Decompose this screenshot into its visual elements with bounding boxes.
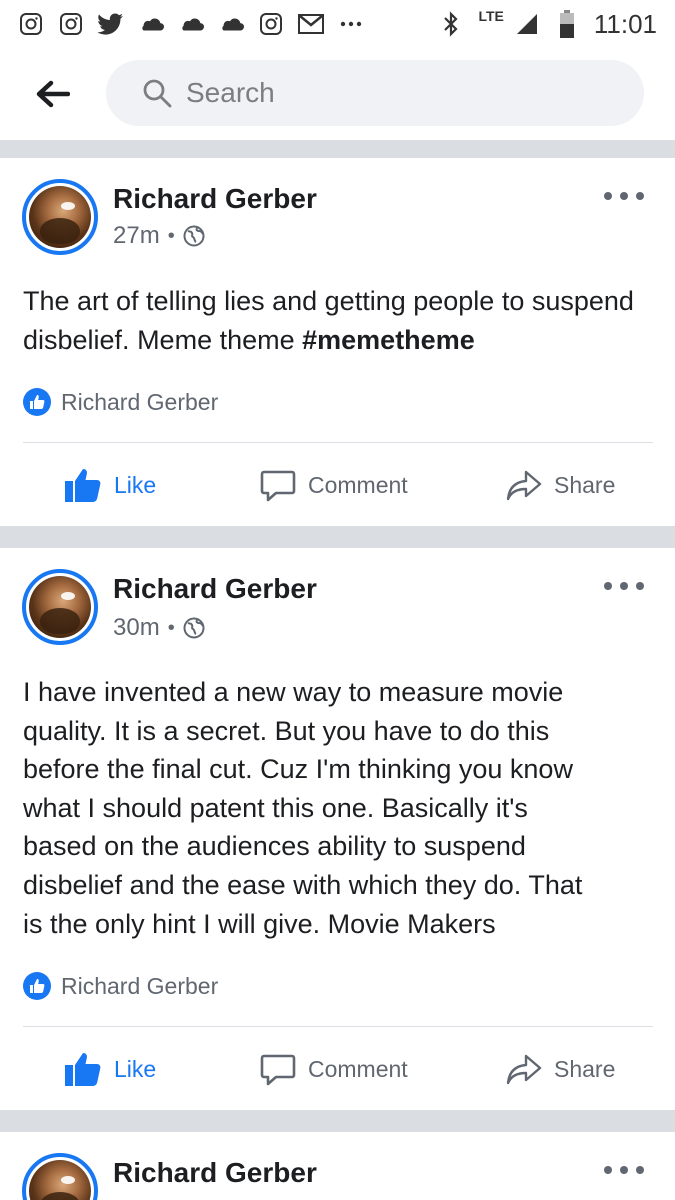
post-text-line: based on the audiences ability to suspen…: [23, 831, 526, 862]
post-text-line: I have invented a new way to measure mov…: [23, 677, 564, 707]
globe-icon: [183, 617, 205, 639]
author-name[interactable]: Richard Gerber: [113, 183, 317, 215]
feed-separator: [0, 1110, 675, 1132]
post-text-line: what I should patent this one. Basically…: [23, 792, 528, 823]
like-reaction-icon: [23, 972, 51, 1000]
author-name[interactable]: Richard Gerber: [113, 1157, 317, 1189]
avatar[interactable]: [22, 1153, 98, 1200]
comment-button[interactable]: Comment: [260, 1029, 408, 1109]
meta-separator: •: [167, 224, 175, 247]
like-button[interactable]: Like: [64, 445, 156, 525]
post-text-line: quality. It is a secret. But you have to…: [23, 715, 550, 746]
cloud-icon: [138, 11, 164, 37]
bluetooth-icon: [438, 11, 464, 37]
post-text-line: before the final cut. Cuz I'm thinking y…: [23, 754, 573, 785]
like-button[interactable]: Like: [64, 1029, 156, 1109]
twitter-icon: [98, 11, 124, 37]
search-bar[interactable]: [106, 60, 644, 126]
status-bar: LTE 11:01: [0, 0, 675, 48]
arrow-left-icon: [36, 80, 70, 108]
reaction-names: Richard Gerber: [61, 388, 219, 415]
more-options-button[interactable]: [604, 576, 644, 596]
avatar[interactable]: [22, 179, 98, 255]
avatar-photo: [29, 576, 91, 638]
avatar-photo: [29, 1160, 91, 1200]
post-text: The art of telling lies and getting peop…: [23, 282, 653, 359]
action-bar: Like Comment Share: [0, 445, 675, 525]
more-dots-icon: [338, 11, 364, 37]
battery-icon: [554, 10, 580, 38]
post-text: I have invented a new way to measure mov…: [23, 673, 653, 943]
action-bar: Like Comment Share: [0, 1029, 675, 1109]
comment-label: Comment: [308, 1055, 408, 1082]
post-card: Richard Gerber 27m • The art of telling …: [0, 158, 675, 526]
clock: 11:01: [593, 8, 657, 39]
signal-icon: [514, 11, 540, 37]
share-button[interactable]: Share: [506, 445, 615, 525]
back-button[interactable]: [36, 77, 70, 111]
post-card: Richard Gerber: [0, 1132, 675, 1200]
comment-icon: [260, 1054, 296, 1086]
share-label: Share: [554, 1055, 616, 1082]
thumbs-up-icon: [65, 469, 101, 502]
post-time[interactable]: 27m: [113, 222, 160, 250]
instagram-icon: [18, 11, 44, 37]
like-reaction-icon: [23, 388, 51, 416]
gmail-icon: [298, 11, 324, 37]
comment-label: Comment: [308, 471, 408, 498]
search-input[interactable]: [186, 77, 606, 109]
share-button[interactable]: Share: [506, 1029, 615, 1109]
share-icon: [506, 470, 542, 501]
share-icon: [506, 1054, 542, 1085]
post-time[interactable]: 30m: [113, 614, 160, 642]
post-card: Richard Gerber 30m • I have invented a n…: [0, 548, 675, 1110]
reactions-row[interactable]: Richard Gerber: [23, 972, 218, 1000]
reactions-row[interactable]: Richard Gerber: [23, 388, 218, 416]
comment-button[interactable]: Comment: [260, 445, 408, 525]
like-label: Like: [114, 471, 157, 498]
cloud-icon: [218, 11, 244, 37]
cloud-icon: [178, 11, 204, 37]
comment-icon: [260, 470, 296, 502]
thumbs-up-icon: [65, 1053, 101, 1086]
hashtag-link[interactable]: #memetheme: [302, 325, 475, 355]
feed-separator: [0, 526, 675, 548]
more-options-button[interactable]: [604, 186, 644, 206]
post-meta: 27m •: [113, 222, 205, 250]
search-icon: [143, 79, 172, 108]
avatar[interactable]: [22, 569, 98, 645]
instagram-icon: [58, 11, 84, 37]
network-type: LTE: [478, 8, 504, 24]
post-meta: 30m •: [113, 614, 205, 642]
divider: [23, 1026, 653, 1027]
author-name[interactable]: Richard Gerber: [113, 573, 317, 605]
more-options-button[interactable]: [604, 1160, 644, 1180]
globe-icon: [183, 225, 205, 247]
feed-separator: [0, 142, 675, 158]
post-text-line: disbelief and the ease with which they d…: [23, 869, 583, 900]
top-bar: [0, 48, 675, 140]
like-label: Like: [114, 1055, 157, 1082]
instagram-icon: [258, 11, 284, 37]
divider: [23, 442, 653, 443]
share-label: Share: [554, 471, 616, 498]
meta-separator: •: [167, 616, 175, 639]
post-text-line: is the only hint I will give. Movie Make…: [23, 908, 496, 939]
avatar-photo: [29, 186, 91, 248]
reaction-names: Richard Gerber: [61, 972, 219, 999]
